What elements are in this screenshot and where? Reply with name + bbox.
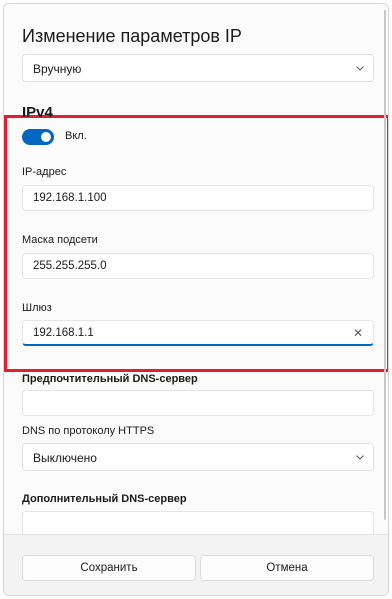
ip-mode-value: Вручную: [33, 62, 82, 76]
subnet-mask-field[interactable]: 255.255.255.0: [22, 253, 374, 279]
alternate-dns-label: Дополнительный DNS-сервер: [22, 493, 187, 505]
gateway-field[interactable]: 192.168.1.1 ✕: [22, 320, 374, 346]
edit-ip-settings-dialog: Изменение параметров IP Вручную IPv4 Вкл…: [3, 3, 389, 596]
subnet-mask-label: Маска подсети: [22, 234, 98, 246]
gateway-value: 192.168.1.1: [33, 327, 94, 339]
save-button[interactable]: Сохранить: [22, 555, 196, 581]
ipv4-section-title: IPv4: [22, 104, 53, 121]
dialog-title: Изменение параметров IP: [22, 26, 242, 46]
preferred-dns-field[interactable]: [22, 390, 374, 416]
dialog-footer: Сохранить Отмена: [4, 534, 388, 595]
dialog-content: Изменение параметров IP Вручную IPv4 Вкл…: [4, 4, 388, 537]
dns-https-select[interactable]: Выключено: [22, 443, 374, 471]
clear-icon[interactable]: ✕: [353, 326, 363, 340]
scrollbar[interactable]: [384, 10, 386, 520]
gateway-label: Шлюз: [22, 302, 52, 314]
ip-address-value: 192.168.1.100: [33, 192, 107, 204]
ipv4-toggle-row: Вкл.: [22, 129, 87, 145]
ip-address-label: IP-адрес: [22, 166, 67, 178]
dns-https-label: DNS по протоколу HTTPS: [22, 425, 155, 437]
preferred-dns-label: Предпочтительный DNS-сервер: [22, 373, 198, 385]
ipv4-toggle[interactable]: [22, 129, 54, 145]
chevron-down-icon: [356, 455, 364, 460]
ipv4-toggle-label: Вкл.: [65, 130, 87, 142]
ip-address-field[interactable]: 192.168.1.100: [22, 185, 374, 211]
ip-mode-select[interactable]: Вручную: [22, 54, 374, 82]
dns-https-value: Выключено: [33, 451, 97, 465]
chevron-down-icon: [356, 66, 364, 71]
subnet-mask-value: 255.255.255.0: [33, 260, 107, 272]
toggle-knob: [41, 132, 51, 142]
cancel-button[interactable]: Отмена: [200, 555, 374, 581]
